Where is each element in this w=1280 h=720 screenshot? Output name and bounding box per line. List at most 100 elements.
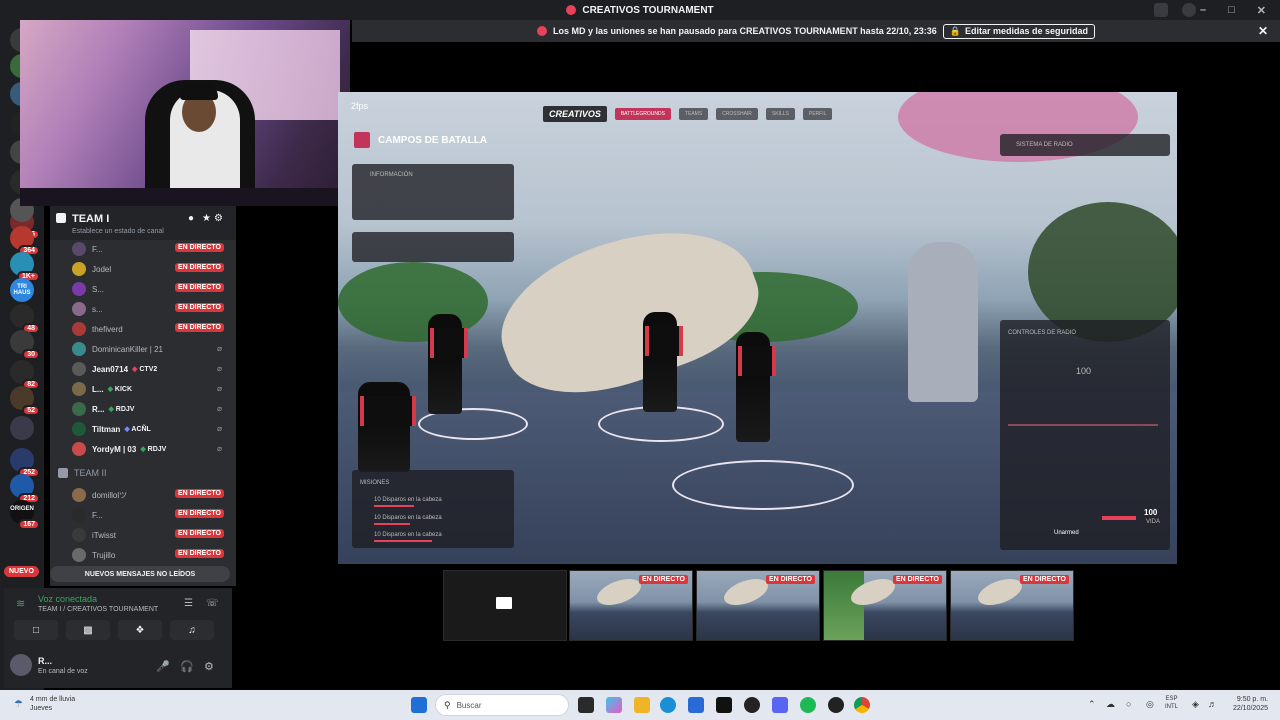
user-settings-icon[interactable]: ⚙ bbox=[204, 660, 214, 673]
live-badge: EN DIRECTO bbox=[765, 575, 815, 584]
title-bar: CREATIVOS TOURNAMENT – □ ✕ bbox=[0, 0, 1280, 20]
app-tray-icon[interactable]: ○ bbox=[1126, 699, 1131, 709]
stream-view[interactable]: CREATIVOS BATTLEGROUNDS TEAMS CROSSHAIR … bbox=[338, 92, 1177, 564]
microphone-icon[interactable]: 🎤 bbox=[156, 660, 170, 673]
avatar bbox=[72, 442, 86, 456]
screen-share-button[interactable]: ▩ bbox=[66, 620, 110, 640]
avatar bbox=[72, 402, 86, 416]
live-badge[interactable]: EN DIRECTO bbox=[174, 529, 224, 538]
server-icon[interactable]: 82 bbox=[10, 360, 40, 390]
game-tab: CROSSHAIR bbox=[716, 108, 758, 120]
voice-member[interactable]: DominicanKiller | 21 bbox=[72, 340, 232, 358]
player-character bbox=[358, 382, 416, 472]
close-notice-icon[interactable]: ✕ bbox=[1258, 24, 1268, 38]
health-label: VIDA bbox=[1146, 519, 1161, 525]
task-view-icon[interactable] bbox=[578, 697, 594, 713]
channel-name: TEAM I bbox=[72, 213, 110, 225]
settings-icon[interactable]: ⚙ bbox=[214, 213, 223, 224]
channel-header[interactable]: TEAM I Establece un estado de canal ● ★ … bbox=[50, 206, 236, 240]
missions-label: MISIONES bbox=[360, 480, 390, 486]
voice-member[interactable]: Tiltman ◆ ACÑL bbox=[72, 420, 232, 438]
live-badge[interactable]: EN DIRECTO bbox=[174, 549, 224, 558]
stream-thumbnail[interactable]: EN DIRECTO bbox=[950, 570, 1074, 641]
stream-thumbnail[interactable]: EN DIRECTO bbox=[569, 570, 693, 641]
voice-channel[interactable]: TEAM I / CREATIVOS TOURNAMENT bbox=[38, 606, 158, 613]
server-icon[interactable]: 212 bbox=[10, 474, 40, 504]
avatar bbox=[72, 342, 86, 356]
language-indicator[interactable]: ESP INTL bbox=[1165, 695, 1178, 711]
live-badge[interactable]: EN DIRECTO bbox=[174, 323, 224, 332]
server-icon[interactable]: TRI HAUS bbox=[10, 278, 34, 302]
mic-tray-icon[interactable]: ◎ bbox=[1146, 699, 1154, 710]
camera-button[interactable]: □ bbox=[14, 620, 58, 640]
live-badge[interactable]: EN DIRECTO bbox=[174, 283, 224, 292]
unread-messages-bar[interactable]: NUEVOS MENSAJES NO LEÍDOS bbox=[50, 566, 230, 582]
wifi-icon[interactable]: ◈ bbox=[1192, 699, 1199, 710]
channel-team-ii[interactable]: TEAM II bbox=[58, 468, 107, 478]
thumbnail-shark bbox=[720, 573, 772, 611]
disconnect-icon[interactable]: ☏ bbox=[206, 598, 219, 609]
inbox-icon[interactable] bbox=[1154, 3, 1168, 17]
live-badge[interactable]: EN DIRECTO bbox=[174, 263, 224, 272]
live-badge[interactable]: EN DIRECTO bbox=[174, 489, 224, 498]
avatar[interactable] bbox=[10, 654, 32, 676]
add-member-icon[interactable]: ★ bbox=[202, 213, 211, 224]
stream-thumbnail[interactable]: EN DIRECTO bbox=[823, 570, 947, 641]
maximize-icon[interactable]: □ bbox=[1228, 4, 1235, 16]
server-icon[interactable] bbox=[10, 416, 34, 440]
chrome-icon[interactable] bbox=[854, 697, 870, 713]
noise-suppression-icon[interactable]: ☰ bbox=[184, 598, 193, 609]
signal-icon[interactable]: ≋ bbox=[16, 597, 30, 611]
spotify-icon[interactable] bbox=[800, 697, 816, 713]
chevron-up-icon[interactable]: ⌃ bbox=[1088, 699, 1096, 710]
minimize-icon[interactable]: – bbox=[1200, 4, 1206, 16]
user-name: R... bbox=[38, 656, 53, 666]
thumbnail-foliage bbox=[824, 571, 864, 640]
stream-thumbnail[interactable]: EN DIRECTO bbox=[696, 570, 820, 641]
clan-icon: ◆ bbox=[140, 446, 148, 453]
store-icon[interactable] bbox=[688, 697, 704, 713]
channel-status[interactable]: Establece un estado de canal bbox=[72, 228, 164, 235]
server-icon[interactable]: 48 bbox=[10, 304, 40, 334]
close-icon[interactable]: ✕ bbox=[1257, 4, 1266, 17]
search-box[interactable]: ⚲ Buscar bbox=[435, 694, 569, 716]
new-badge[interactable]: NUEVO bbox=[4, 566, 39, 577]
chat-icon[interactable]: ● bbox=[188, 213, 194, 224]
server-icon[interactable]: 364 bbox=[10, 226, 40, 256]
capcut-icon[interactable] bbox=[716, 697, 732, 713]
server-icon[interactable]: 252 bbox=[10, 448, 40, 478]
voice-member[interactable]: Jean0714 ◆ CTV2 bbox=[72, 360, 232, 378]
server-icon[interactable]: 1K+ bbox=[10, 252, 40, 282]
network-icon[interactable]: ☁ bbox=[1106, 699, 1115, 710]
file-explorer-icon[interactable] bbox=[634, 697, 650, 713]
deafened-icon: ⌀ bbox=[217, 344, 222, 353]
copilot-icon[interactable] bbox=[606, 697, 622, 713]
discord-icon[interactable] bbox=[772, 697, 788, 713]
edit-security-button[interactable]: 🔒 Editar medidas de seguridad bbox=[942, 23, 1096, 39]
server-icon[interactable]: 52 bbox=[10, 386, 40, 416]
voice-member[interactable]: YordyM | 03 ◆ RDJV bbox=[72, 440, 232, 458]
server-icon[interactable]: ORIGEN 167 bbox=[10, 500, 40, 530]
live-badge: EN DIRECTO bbox=[892, 575, 942, 584]
edge-icon[interactable] bbox=[660, 697, 676, 713]
activities-button[interactable]: ❖ bbox=[118, 620, 162, 640]
stream-thumbnail[interactable] bbox=[443, 570, 567, 641]
help-icon[interactable] bbox=[1182, 3, 1196, 17]
member-tag: ◆ KICK bbox=[108, 385, 132, 393]
clock[interactable]: 9:50 p. m. 22/10/2025 bbox=[1224, 695, 1268, 713]
start-icon[interactable] bbox=[411, 697, 427, 713]
avatar bbox=[72, 422, 86, 436]
volume-icon[interactable]: ♬ bbox=[1208, 699, 1217, 709]
member-tag: ◆ RDJV bbox=[140, 445, 166, 453]
soundboard-button[interactable]: ♫ bbox=[170, 620, 214, 640]
live-badge[interactable]: EN DIRECTO bbox=[174, 509, 224, 518]
voice-member[interactable]: L... ◆ KICK bbox=[72, 380, 232, 398]
app-icon[interactable] bbox=[744, 697, 760, 713]
server-icon[interactable]: 30 bbox=[10, 330, 40, 360]
voice-member[interactable]: R... ◆ RDJV bbox=[72, 400, 232, 418]
live-badge[interactable]: EN DIRECTO bbox=[174, 303, 224, 312]
headphones-icon[interactable]: 🎧 bbox=[180, 660, 194, 673]
obs-icon[interactable] bbox=[828, 697, 844, 713]
weather-widget[interactable]: ☂ 4 mm de lluvia Jueves bbox=[14, 695, 75, 713]
live-badge[interactable]: EN DIRECTO bbox=[174, 243, 224, 252]
